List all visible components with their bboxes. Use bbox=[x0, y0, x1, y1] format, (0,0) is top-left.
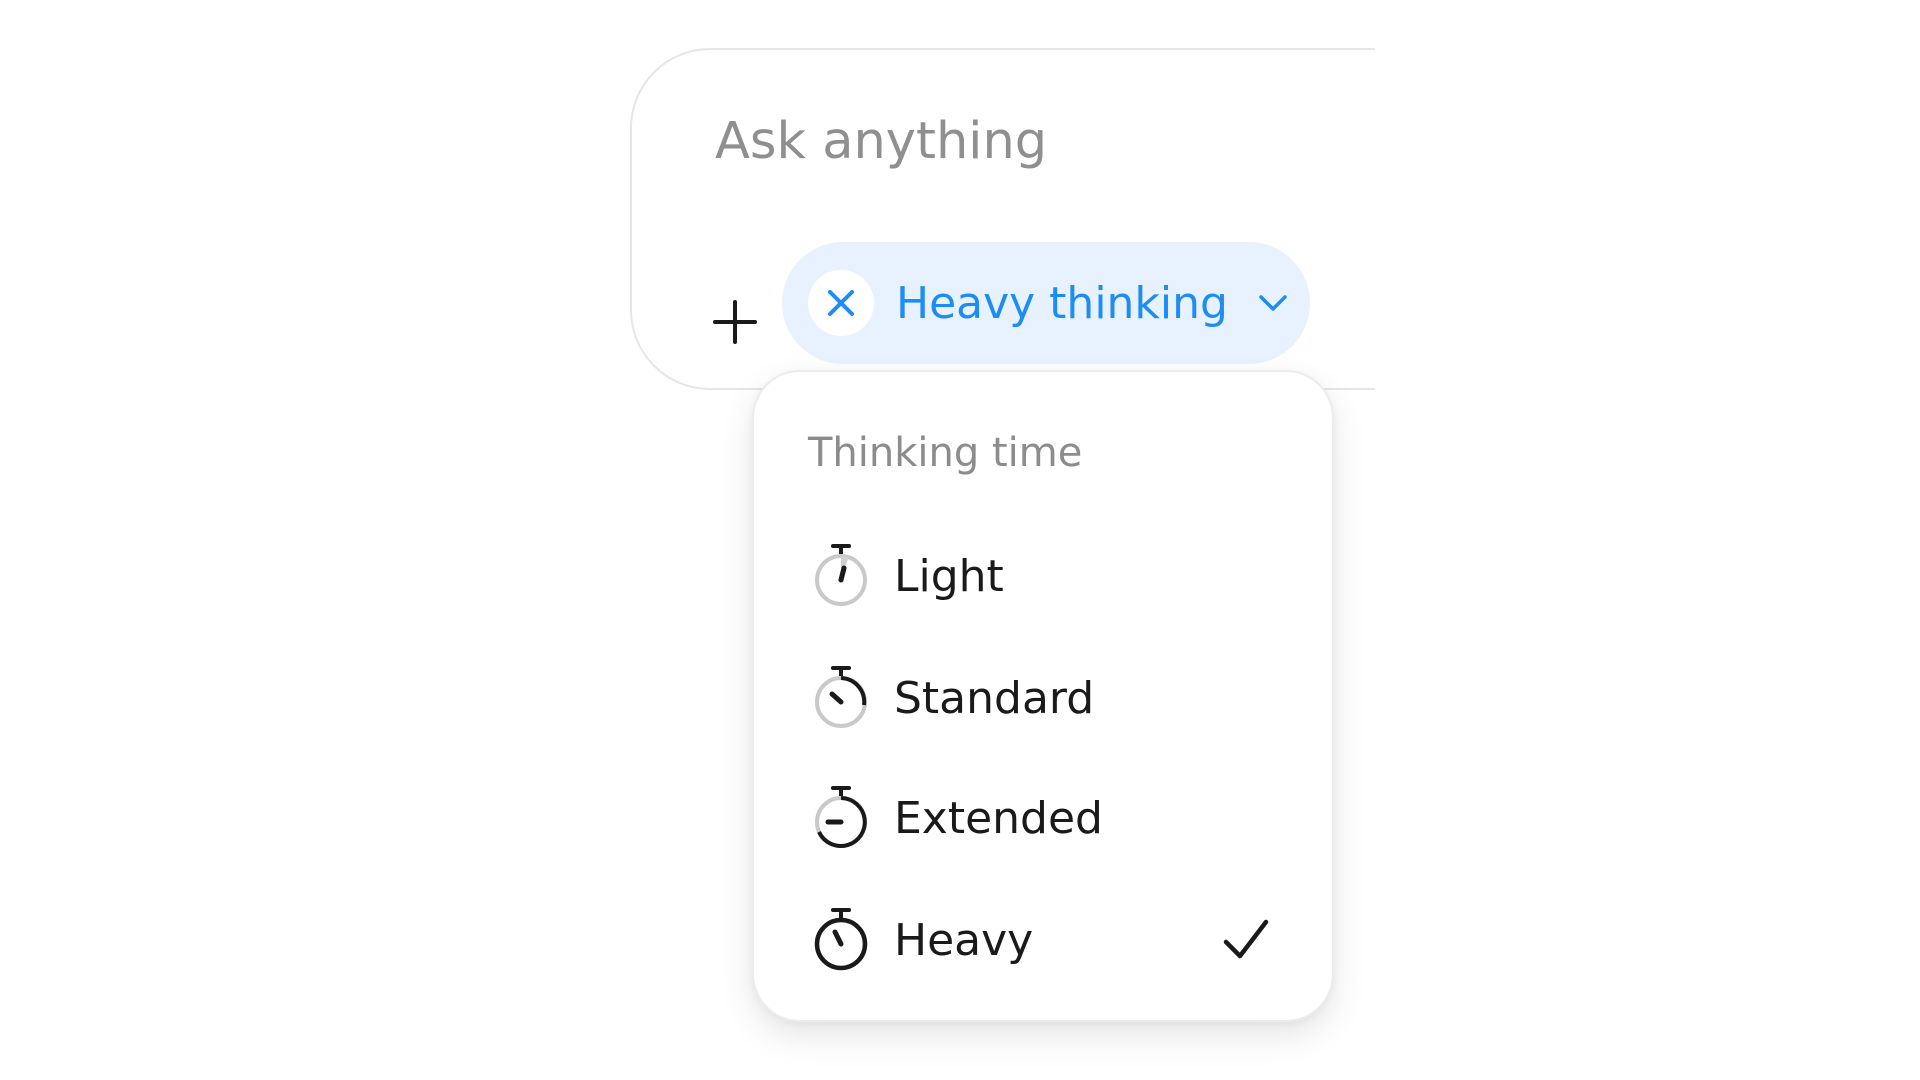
plus-icon bbox=[713, 300, 757, 344]
composer: Heavy thinking bbox=[630, 48, 1375, 390]
menu-item-label: Heavy bbox=[894, 914, 1034, 966]
menu-item-label: Light bbox=[894, 550, 1004, 602]
add-button[interactable] bbox=[695, 282, 775, 362]
composer-clip: Heavy thinking bbox=[620, 40, 1375, 400]
stopwatch-light-icon bbox=[815, 544, 867, 606]
menu-item-light[interactable]: Light bbox=[772, 526, 1312, 626]
menu-header: Thinking time bbox=[808, 430, 1083, 476]
close-icon bbox=[828, 290, 854, 316]
menu-item-standard[interactable]: Standard bbox=[772, 648, 1312, 748]
stopwatch-extended-icon bbox=[815, 786, 867, 848]
menu-item-label: Extended bbox=[894, 792, 1103, 844]
thinking-mode-pill[interactable]: Heavy thinking bbox=[782, 242, 1310, 364]
stopwatch-heavy-icon bbox=[814, 908, 868, 971]
clear-mode-button[interactable] bbox=[808, 270, 874, 336]
stage: Heavy thinking Thinking time Light bbox=[0, 0, 1920, 1080]
checkmark-icon bbox=[1223, 919, 1269, 959]
thinking-mode-label: Heavy thinking bbox=[896, 277, 1228, 329]
menu-item-extended[interactable]: Extended bbox=[772, 768, 1312, 868]
prompt-input[interactable] bbox=[715, 112, 1375, 171]
stopwatch-standard-icon bbox=[815, 666, 867, 728]
menu-item-heavy[interactable]: Heavy bbox=[772, 890, 1312, 990]
chevron-down-icon[interactable] bbox=[1258, 293, 1288, 313]
menu-item-label: Standard bbox=[894, 672, 1095, 724]
